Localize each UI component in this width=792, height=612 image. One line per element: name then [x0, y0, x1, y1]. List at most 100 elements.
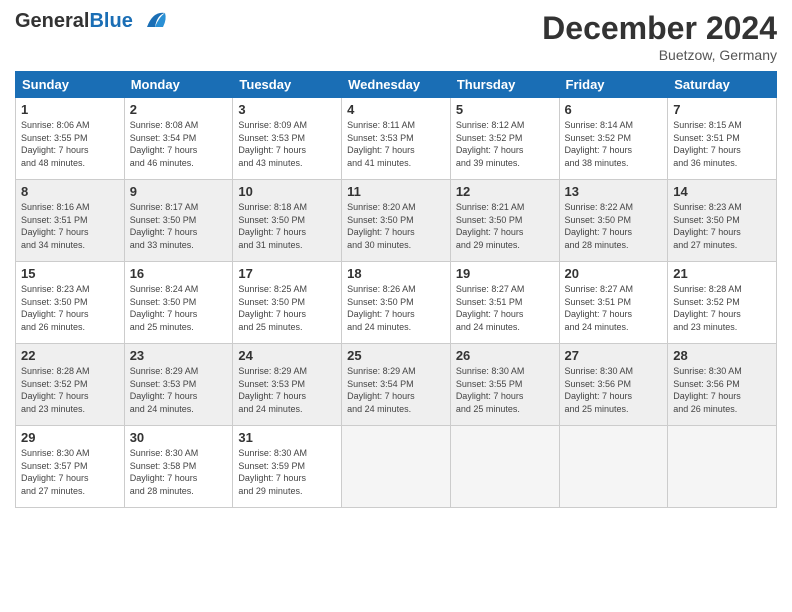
day-info: Sunrise: 8:23 AM Sunset: 3:50 PM Dayligh…	[673, 201, 771, 251]
day-info: Sunrise: 8:27 AM Sunset: 3:51 PM Dayligh…	[565, 283, 663, 333]
calendar-cell: 1 Sunrise: 8:06 AM Sunset: 3:55 PM Daylig…	[16, 98, 125, 180]
day-info: Sunrise: 8:30 AM Sunset: 3:59 PM Dayligh…	[238, 447, 336, 497]
calendar-cell	[668, 426, 777, 508]
day-number: 17	[238, 266, 336, 281]
weekday-friday: Friday	[559, 72, 668, 98]
day-info: Sunrise: 8:17 AM Sunset: 3:50 PM Dayligh…	[130, 201, 228, 251]
day-info: Sunrise: 8:11 AM Sunset: 3:53 PM Dayligh…	[347, 119, 445, 169]
calendar-cell: 14Sunrise: 8:23 AM Sunset: 3:50 PM Dayli…	[668, 180, 777, 262]
weekday-monday: Monday	[124, 72, 233, 98]
day-info: Sunrise: 8:12 AM Sunset: 3:52 PM Dayligh…	[456, 119, 554, 169]
calendar-cell: 27 Sunrise: 8:30 AM Sunset: 3:56 PM Dayli…	[559, 344, 668, 426]
day-number: 16	[130, 266, 228, 281]
weekday-saturday: Saturday	[668, 72, 777, 98]
day-info: Sunrise: 8:16 AM Sunset: 3:51 PM Dayligh…	[21, 201, 119, 251]
day-number: 31	[238, 430, 336, 445]
logo-icon	[137, 9, 169, 31]
day-info: Sunrise: 8:15 AM Sunset: 3:51 PM Dayligh…	[673, 119, 771, 169]
day-number: 7	[673, 102, 771, 117]
day-number: 6	[565, 102, 663, 117]
day-number: 27	[565, 348, 663, 363]
day-number: 2	[130, 102, 228, 117]
day-info: Sunrise: 8:26 AM Sunset: 3:50 PM Dayligh…	[347, 283, 445, 333]
day-number: 24	[238, 348, 336, 363]
day-number: 12	[456, 184, 554, 199]
calendar-cell: 28Sunrise: 8:30 AM Sunset: 3:56 PM Dayli…	[668, 344, 777, 426]
calendar-cell: 10 Sunrise: 8:18 AM Sunset: 3:50 PM Dayli…	[233, 180, 342, 262]
day-number: 19	[456, 266, 554, 281]
calendar-cell: 8 Sunrise: 8:16 AM Sunset: 3:51 PM Daylig…	[16, 180, 125, 262]
calendar-week-4: 22Sunrise: 8:28 AM Sunset: 3:52 PM Dayli…	[16, 344, 777, 426]
calendar-cell: 19Sunrise: 8:27 AM Sunset: 3:51 PM Dayli…	[450, 262, 559, 344]
title-section: December 2024 Buetzow, Germany	[542, 10, 777, 63]
day-info: Sunrise: 8:09 AM Sunset: 3:53 PM Dayligh…	[238, 119, 336, 169]
calendar-cell: 31 Sunrise: 8:30 AM Sunset: 3:59 PM Dayli…	[233, 426, 342, 508]
calendar-cell: 22Sunrise: 8:28 AM Sunset: 3:52 PM Dayli…	[16, 344, 125, 426]
day-info: Sunrise: 8:29 AM Sunset: 3:53 PM Dayligh…	[130, 365, 228, 415]
day-number: 10	[238, 184, 336, 199]
day-number: 13	[565, 184, 663, 199]
header: GeneralBlue December 2024 Buetzow, Germa…	[15, 10, 777, 63]
day-info: Sunrise: 8:14 AM Sunset: 3:52 PM Dayligh…	[565, 119, 663, 169]
calendar-cell: 25 Sunrise: 8:29 AM Sunset: 3:54 PM Dayli…	[342, 344, 451, 426]
day-number: 23	[130, 348, 228, 363]
day-info: Sunrise: 8:28 AM Sunset: 3:52 PM Dayligh…	[673, 283, 771, 333]
calendar-body: 1 Sunrise: 8:06 AM Sunset: 3:55 PM Daylig…	[16, 98, 777, 508]
weekday-wednesday: Wednesday	[342, 72, 451, 98]
day-info: Sunrise: 8:21 AM Sunset: 3:50 PM Dayligh…	[456, 201, 554, 251]
calendar-cell: 4 Sunrise: 8:11 AM Sunset: 3:53 PM Daylig…	[342, 98, 451, 180]
day-info: Sunrise: 8:24 AM Sunset: 3:50 PM Dayligh…	[130, 283, 228, 333]
calendar-cell: 11Sunrise: 8:20 AM Sunset: 3:50 PM Dayli…	[342, 180, 451, 262]
calendar-week-2: 8 Sunrise: 8:16 AM Sunset: 3:51 PM Daylig…	[16, 180, 777, 262]
day-info: Sunrise: 8:06 AM Sunset: 3:55 PM Dayligh…	[21, 119, 119, 169]
logo-text: GeneralBlue	[15, 10, 133, 33]
day-info: Sunrise: 8:08 AM Sunset: 3:54 PM Dayligh…	[130, 119, 228, 169]
calendar-cell: 24 Sunrise: 8:29 AM Sunset: 3:53 PM Dayli…	[233, 344, 342, 426]
day-number: 1	[21, 102, 119, 117]
calendar-cell	[342, 426, 451, 508]
calendar-cell: 23 Sunrise: 8:29 AM Sunset: 3:53 PM Dayli…	[124, 344, 233, 426]
day-number: 8	[21, 184, 119, 199]
day-info: Sunrise: 8:22 AM Sunset: 3:50 PM Dayligh…	[565, 201, 663, 251]
day-number: 15	[21, 266, 119, 281]
calendar-cell: 6 Sunrise: 8:14 AM Sunset: 3:52 PM Daylig…	[559, 98, 668, 180]
calendar-cell: 18 Sunrise: 8:26 AM Sunset: 3:50 PM Dayli…	[342, 262, 451, 344]
day-info: Sunrise: 8:28 AM Sunset: 3:52 PM Dayligh…	[21, 365, 119, 415]
calendar-cell: 7 Sunrise: 8:15 AM Sunset: 3:51 PM Daylig…	[668, 98, 777, 180]
day-info: Sunrise: 8:30 AM Sunset: 3:58 PM Dayligh…	[130, 447, 228, 497]
calendar-cell: 5Sunrise: 8:12 AM Sunset: 3:52 PM Daylig…	[450, 98, 559, 180]
calendar-cell: 13 Sunrise: 8:22 AM Sunset: 3:50 PM Dayli…	[559, 180, 668, 262]
day-number: 9	[130, 184, 228, 199]
day-info: Sunrise: 8:29 AM Sunset: 3:53 PM Dayligh…	[238, 365, 336, 415]
page-container: GeneralBlue December 2024 Buetzow, Germa…	[0, 0, 792, 612]
calendar-week-3: 15Sunrise: 8:23 AM Sunset: 3:50 PM Dayli…	[16, 262, 777, 344]
day-info: Sunrise: 8:30 AM Sunset: 3:57 PM Dayligh…	[21, 447, 119, 497]
calendar-cell: 2 Sunrise: 8:08 AM Sunset: 3:54 PM Daylig…	[124, 98, 233, 180]
calendar-cell: 17 Sunrise: 8:25 AM Sunset: 3:50 PM Dayli…	[233, 262, 342, 344]
day-number: 4	[347, 102, 445, 117]
calendar-cell	[450, 426, 559, 508]
day-info: Sunrise: 8:18 AM Sunset: 3:50 PM Dayligh…	[238, 201, 336, 251]
day-number: 26	[456, 348, 554, 363]
calendar-cell: 16 Sunrise: 8:24 AM Sunset: 3:50 PM Dayli…	[124, 262, 233, 344]
calendar-cell: 26Sunrise: 8:30 AM Sunset: 3:55 PM Dayli…	[450, 344, 559, 426]
day-number: 25	[347, 348, 445, 363]
calendar-cell: 29Sunrise: 8:30 AM Sunset: 3:57 PM Dayli…	[16, 426, 125, 508]
day-number: 18	[347, 266, 445, 281]
calendar-cell: 21Sunrise: 8:28 AM Sunset: 3:52 PM Dayli…	[668, 262, 777, 344]
day-info: Sunrise: 8:20 AM Sunset: 3:50 PM Dayligh…	[347, 201, 445, 251]
weekday-thursday: Thursday	[450, 72, 559, 98]
location: Buetzow, Germany	[542, 47, 777, 63]
day-info: Sunrise: 8:29 AM Sunset: 3:54 PM Dayligh…	[347, 365, 445, 415]
logo: GeneralBlue	[15, 10, 169, 33]
weekday-sunday: Sunday	[16, 72, 125, 98]
calendar-cell: 9 Sunrise: 8:17 AM Sunset: 3:50 PM Daylig…	[124, 180, 233, 262]
calendar-cell: 20 Sunrise: 8:27 AM Sunset: 3:51 PM Dayli…	[559, 262, 668, 344]
day-number: 3	[238, 102, 336, 117]
calendar-week-5: 29Sunrise: 8:30 AM Sunset: 3:57 PM Dayli…	[16, 426, 777, 508]
calendar-week-1: 1 Sunrise: 8:06 AM Sunset: 3:55 PM Daylig…	[16, 98, 777, 180]
calendar-cell	[559, 426, 668, 508]
day-info: Sunrise: 8:25 AM Sunset: 3:50 PM Dayligh…	[238, 283, 336, 333]
day-number: 20	[565, 266, 663, 281]
day-info: Sunrise: 8:30 AM Sunset: 3:56 PM Dayligh…	[565, 365, 663, 415]
